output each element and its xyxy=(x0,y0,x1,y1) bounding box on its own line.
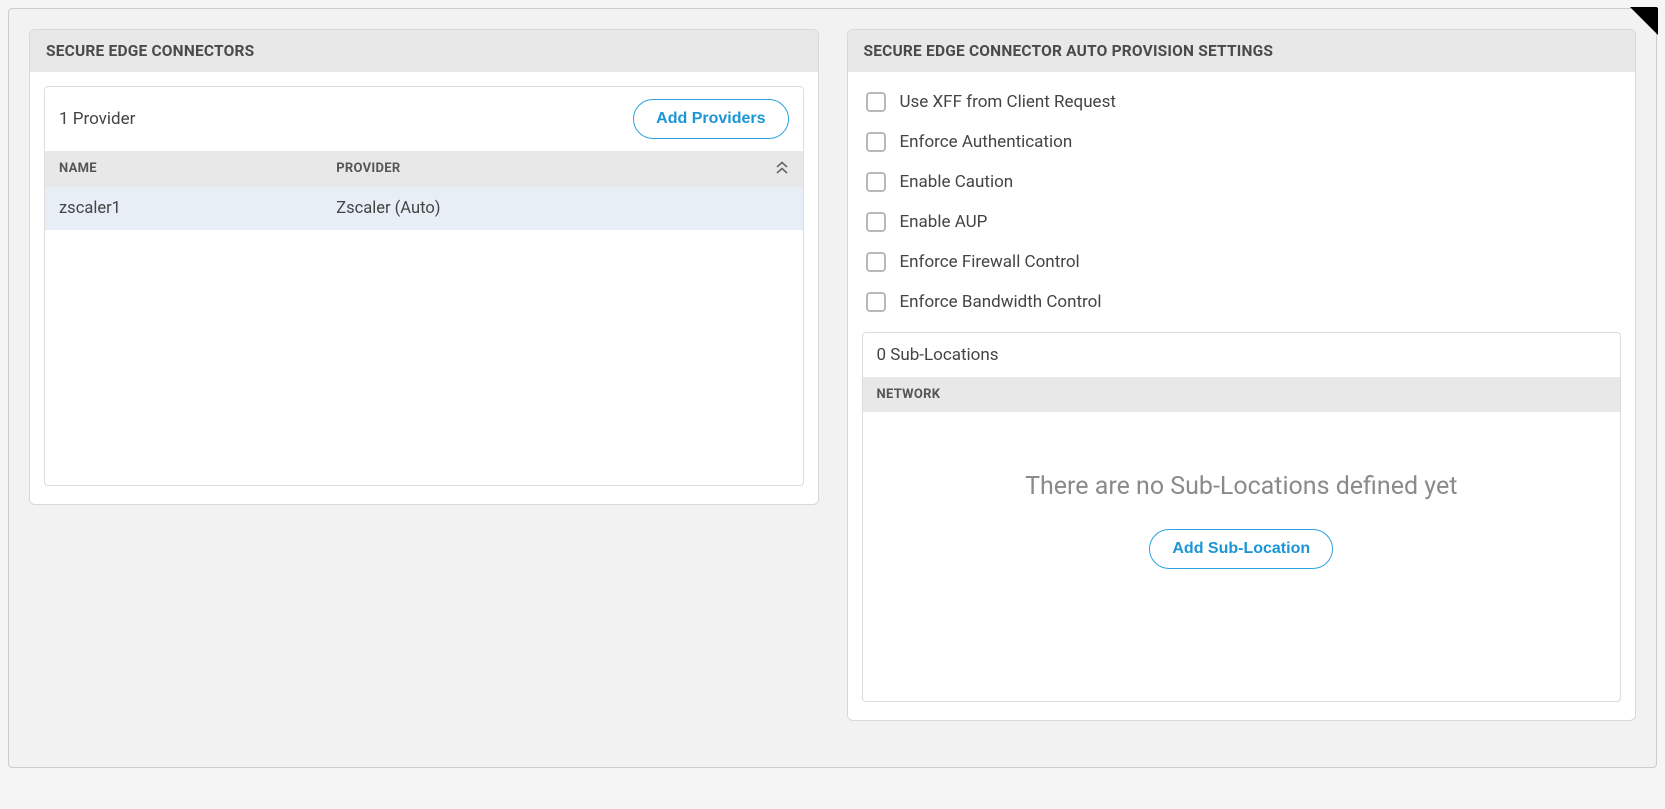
add-providers-button[interactable]: Add Providers xyxy=(633,99,788,139)
settings-panel-title: SECURE EDGE CONNECTOR AUTO PROVISION SET… xyxy=(848,30,1636,72)
checkbox-enable-aup[interactable] xyxy=(866,212,886,232)
checkbox-label: Enable AUP xyxy=(900,212,988,232)
page-frame: SECURE EDGE CONNECTORS 1 Provider Add Pr… xyxy=(8,8,1657,768)
row-provider: Zscaler (Auto) xyxy=(336,199,788,218)
providers-table-header: NAME PROVIDER xyxy=(45,151,803,187)
sublocations-empty-state: There are no Sub-Locations defined yet A… xyxy=(863,412,1621,701)
connectors-panel-title: SECURE EDGE CONNECTORS xyxy=(30,30,818,72)
checkbox-row-enforce-bandwidth: Enforce Bandwidth Control xyxy=(862,282,1622,322)
provider-count-label: 1 Provider xyxy=(59,109,135,129)
column-header-name: NAME xyxy=(59,161,336,176)
checkbox-row-enforce-firewall: Enforce Firewall Control xyxy=(862,242,1622,282)
checkbox-label: Enable Caution xyxy=(900,172,1014,192)
checkbox-row-enable-aup: Enable AUP xyxy=(862,202,1622,242)
checkbox-row-xff: Use XFF from Client Request xyxy=(862,82,1622,122)
checkbox-enforce-bandwidth[interactable] xyxy=(866,292,886,312)
add-sub-location-button[interactable]: Add Sub-Location xyxy=(1149,529,1333,569)
checkbox-enforce-auth[interactable] xyxy=(866,132,886,152)
settings-panel: SECURE EDGE CONNECTOR AUTO PROVISION SET… xyxy=(847,29,1637,721)
sublocations-count-label: 0 Sub-Locations xyxy=(863,333,1621,377)
checkbox-label: Enforce Firewall Control xyxy=(900,252,1080,272)
checkbox-xff[interactable] xyxy=(866,92,886,112)
checkbox-row-enable-caution: Enable Caution xyxy=(862,162,1622,202)
column-header-provider: PROVIDER xyxy=(336,161,764,176)
row-name: zscaler1 xyxy=(59,199,336,218)
connectors-panel-body: 1 Provider Add Providers NAME PROVIDER xyxy=(30,72,818,504)
settings-panel-body: Use XFF from Client Request Enforce Auth… xyxy=(848,72,1636,720)
connectors-panel: SECURE EDGE CONNECTORS 1 Provider Add Pr… xyxy=(29,29,819,505)
providers-topbar: 1 Provider Add Providers xyxy=(45,87,803,151)
checkbox-label: Enforce Authentication xyxy=(900,132,1073,152)
checkbox-enable-caution[interactable] xyxy=(866,172,886,192)
collapse-all-icon[interactable] xyxy=(765,161,789,177)
checkbox-label: Enforce Bandwidth Control xyxy=(900,292,1102,312)
sublocations-empty-message: There are no Sub-Locations defined yet xyxy=(1025,472,1457,501)
panels-container: SECURE EDGE CONNECTORS 1 Provider Add Pr… xyxy=(29,29,1636,721)
table-row[interactable]: zscaler1 Zscaler (Auto) xyxy=(45,187,803,230)
sublocations-box: 0 Sub-Locations NETWORK There are no Sub… xyxy=(862,332,1622,702)
checkbox-label: Use XFF from Client Request xyxy=(900,92,1116,112)
providers-box: 1 Provider Add Providers NAME PROVIDER xyxy=(44,86,804,486)
sublocations-column-header: NETWORK xyxy=(863,377,1621,412)
checkbox-row-enforce-auth: Enforce Authentication xyxy=(862,122,1622,162)
checkbox-enforce-firewall[interactable] xyxy=(866,252,886,272)
